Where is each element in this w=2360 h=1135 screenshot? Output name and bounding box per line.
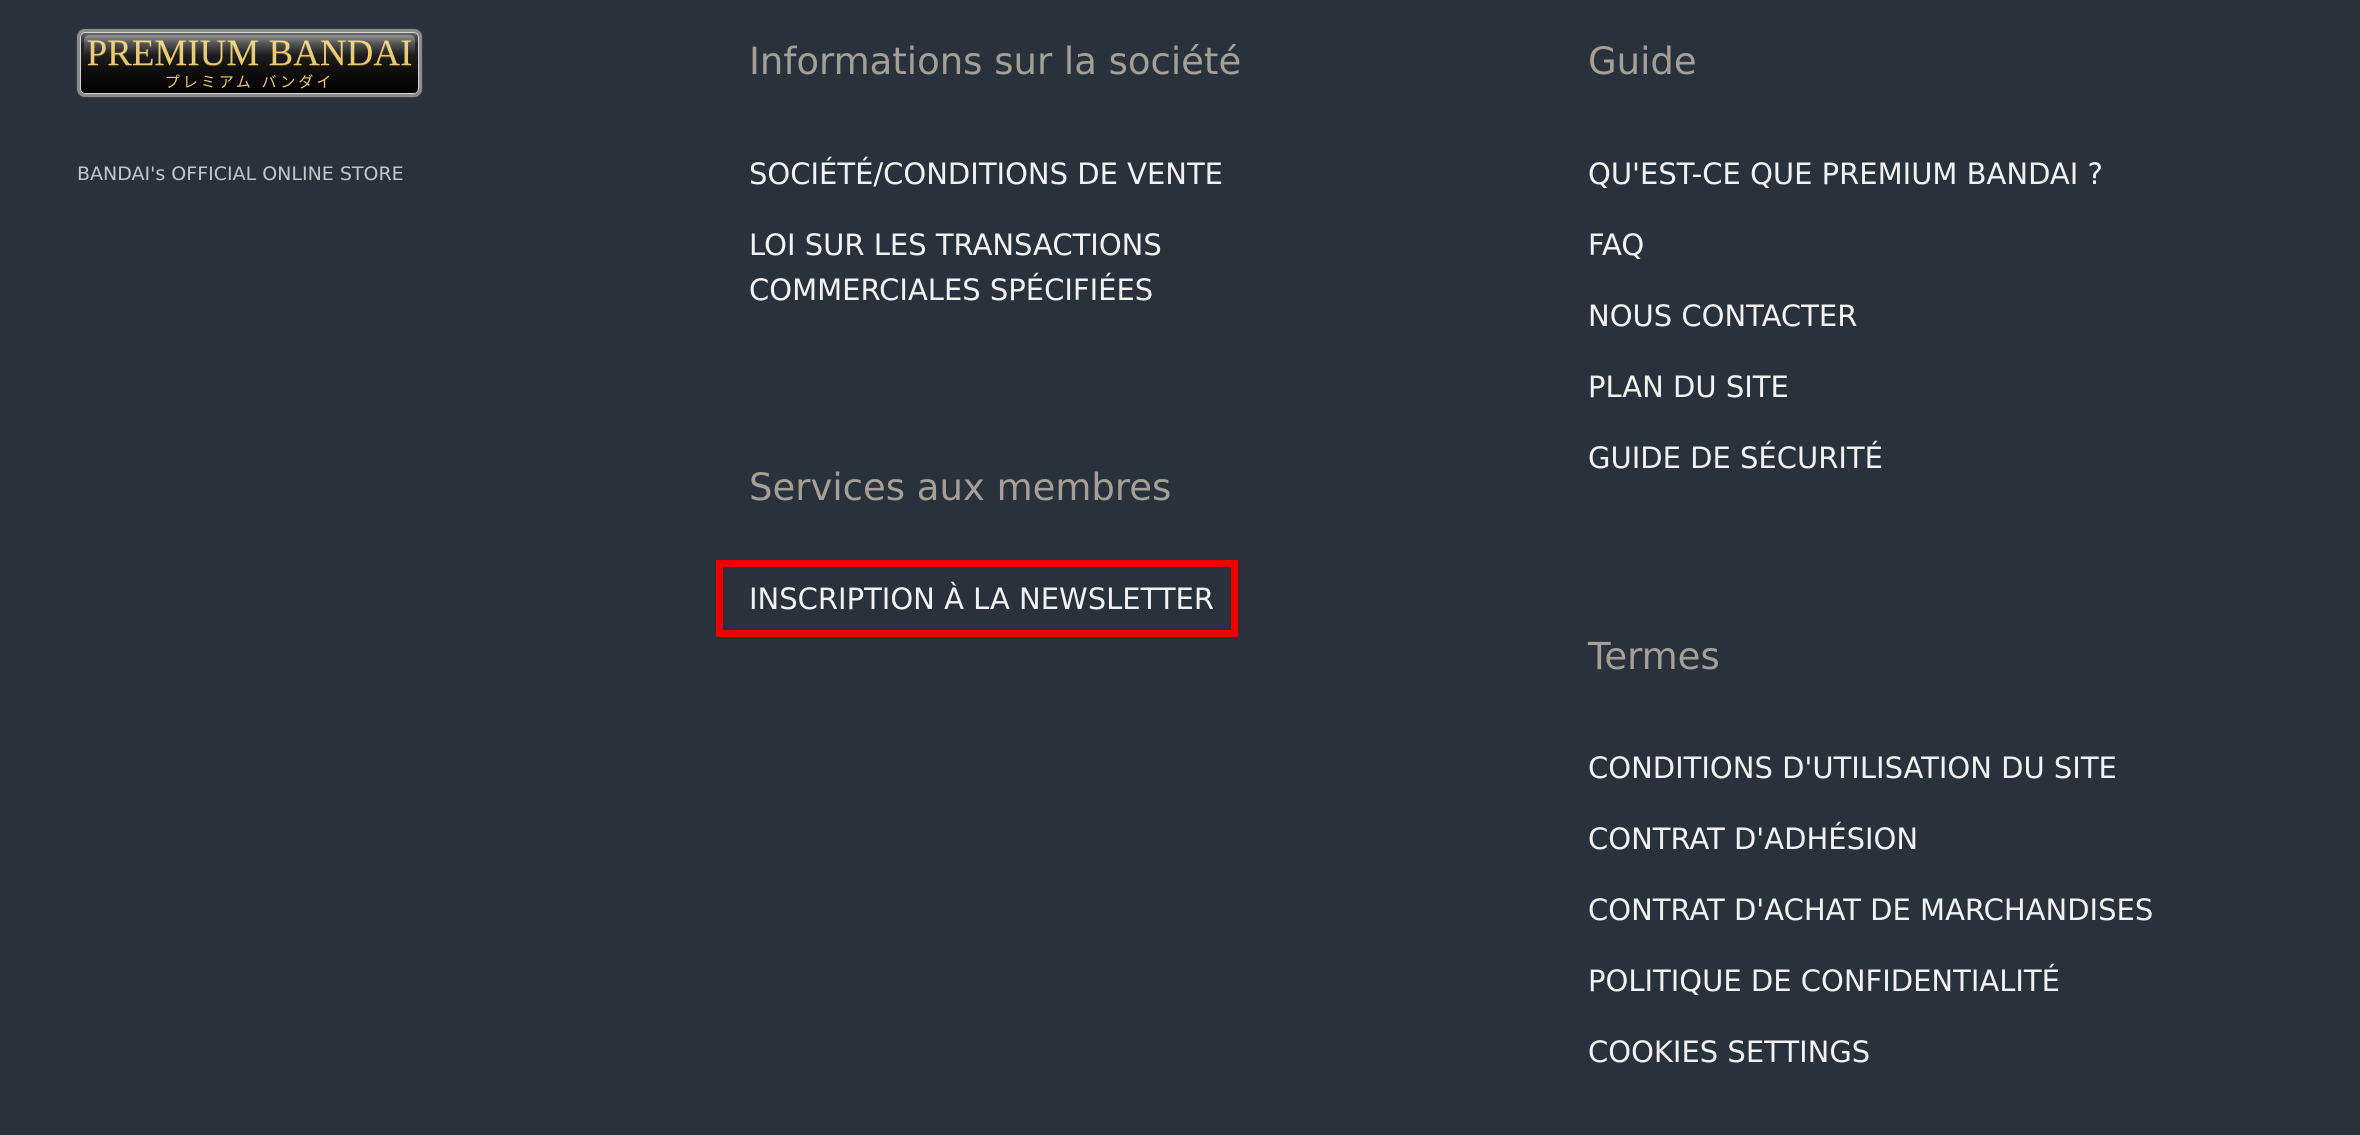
contact-us-link[interactable]: NOUS CONTACTER xyxy=(1588,294,1857,339)
purchase-agreement-link[interactable]: CONTRAT D'ACHAT DE MARCHANDISES xyxy=(1588,888,2153,933)
privacy-policy-link[interactable]: POLITIQUE DE CONFIDENTIALITÉ xyxy=(1588,959,2060,1004)
specified-commercial-transactions-link[interactable]: LOI SUR LES TRANSACTIONS COMMERCIALES SP… xyxy=(749,223,1309,313)
site-footer: PREMIUM BANDAI プレミアム バンダイ BANDAI's OFFIC… xyxy=(0,0,2360,1135)
premium-bandai-logo[interactable]: PREMIUM BANDAI プレミアム バンダイ xyxy=(77,29,422,97)
guide-heading: Guide xyxy=(1588,40,1697,83)
terms-heading: Termes xyxy=(1588,635,1720,678)
security-guide-link[interactable]: GUIDE DE SÉCURITÉ xyxy=(1588,436,1883,481)
membership-agreement-link[interactable]: CONTRAT D'ADHÉSION xyxy=(1588,817,1918,862)
cookies-settings-link[interactable]: COOKIES SETTINGS xyxy=(1588,1030,1870,1075)
logo-main-text: PREMIUM BANDAI xyxy=(86,33,413,74)
member-services-heading: Services aux membres xyxy=(749,466,1172,509)
company-terms-of-sale-link[interactable]: SOCIÉTÉ/CONDITIONS DE VENTE xyxy=(749,152,1223,197)
sitemap-link[interactable]: PLAN DU SITE xyxy=(1588,365,1789,410)
company-info-heading: Informations sur la société xyxy=(749,40,1242,83)
site-terms-of-use-link[interactable]: CONDITIONS D'UTILISATION DU SITE xyxy=(1588,746,2117,791)
newsletter-signup-link[interactable]: INSCRIPTION À LA NEWSLETTER xyxy=(749,577,1214,622)
store-tagline: BANDAI's OFFICIAL ONLINE STORE xyxy=(77,163,404,185)
logo-sub-text: プレミアム バンダイ xyxy=(164,73,335,91)
what-is-premium-bandai-link[interactable]: QU'EST-CE QUE PREMIUM BANDAI ? xyxy=(1588,152,2103,197)
faq-link[interactable]: FAQ xyxy=(1588,223,1644,268)
